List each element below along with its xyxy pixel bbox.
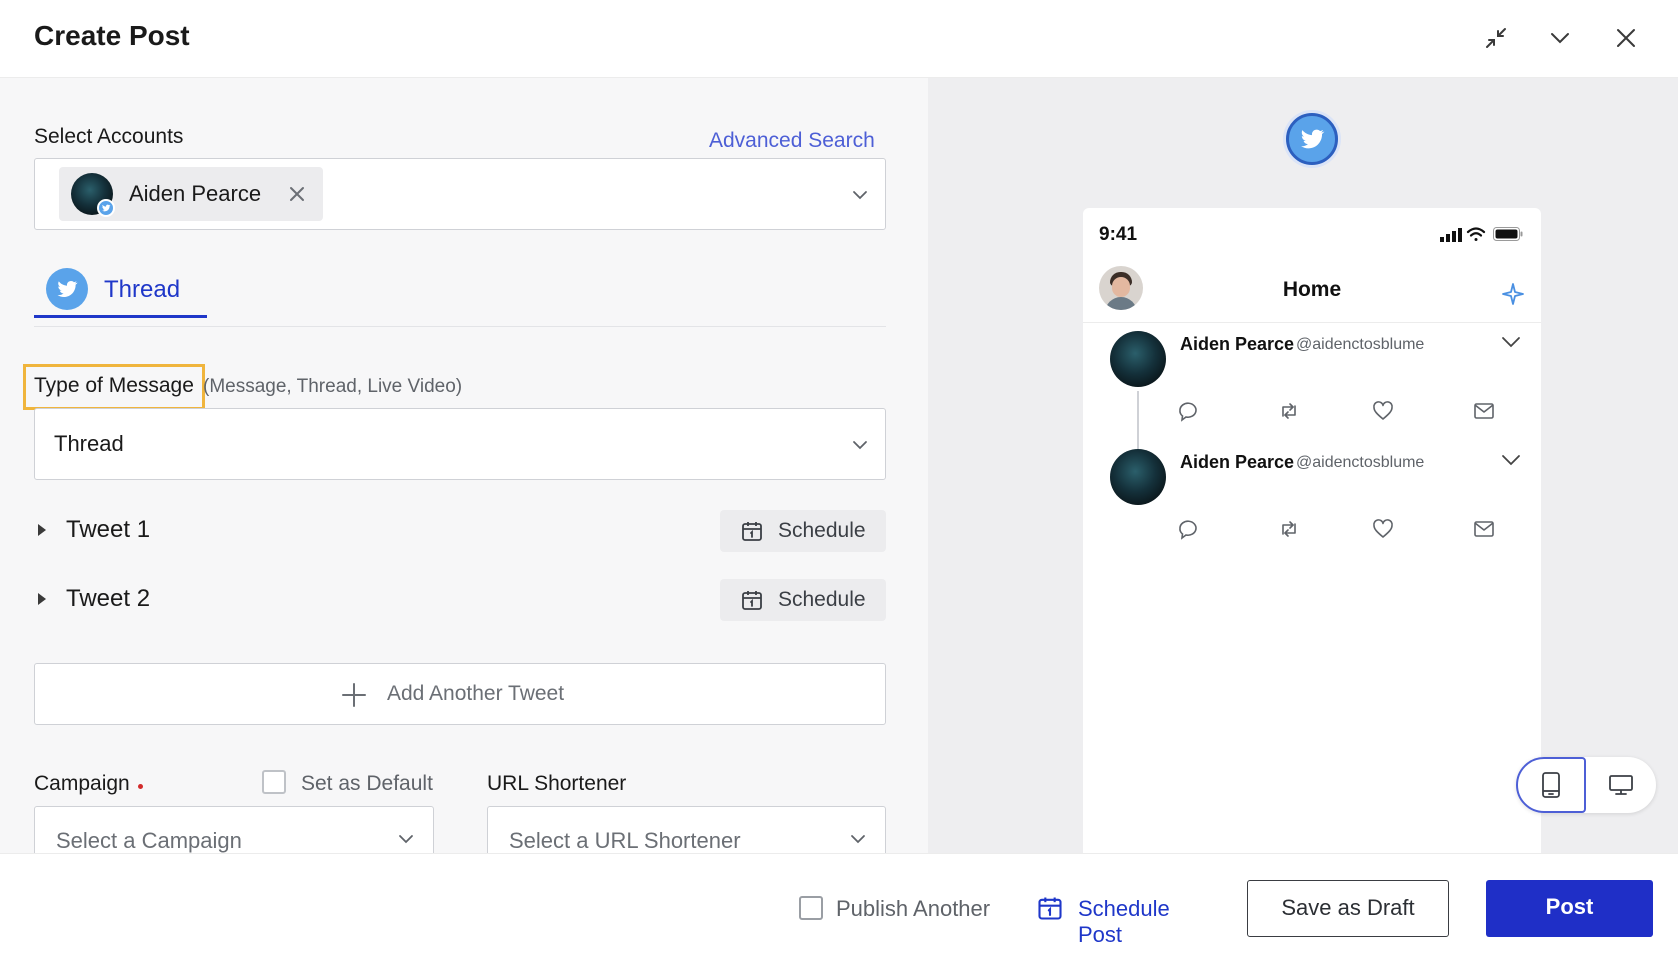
schedule-label: Schedule [778, 519, 866, 542]
preview-view-toggle [1516, 757, 1656, 813]
accounts-select[interactable]: Aiden Pearce [34, 158, 886, 230]
url-shortener-select[interactable]: Select a URL Shortener [487, 806, 886, 853]
url-shortener-placeholder: Select a URL Shortener [509, 828, 741, 853]
status-time: 9:41 [1099, 224, 1138, 245]
preview-panel: 9:41 Home Aiden Pearce @aidenctosblume A… [928, 78, 1678, 853]
chevron-down-icon[interactable] [1501, 334, 1521, 350]
twitter-icon [1300, 129, 1325, 149]
twitter-icon [46, 268, 88, 310]
schedule-label: Schedule [778, 588, 866, 611]
modal-header: Create Post [0, 0, 1678, 78]
desktop-view-button[interactable] [1586, 757, 1656, 813]
message-type-select[interactable]: Thread [34, 408, 886, 480]
chevron-down-icon[interactable] [1501, 452, 1521, 468]
footer-action-bar: Publish Another Schedule Post Save as Dr… [0, 853, 1678, 954]
mobile-view-button[interactable] [1516, 757, 1586, 813]
twitter-badge-icon [97, 199, 115, 217]
post-form-panel: Select Accounts Advanced Search Aiden Pe… [0, 78, 928, 853]
collapse-icon [1486, 28, 1506, 48]
tab-divider [34, 326, 886, 327]
thread-connector [1137, 391, 1139, 449]
mail-icon[interactable] [1471, 398, 1497, 424]
expand-tweet-2-icon[interactable] [38, 593, 46, 605]
reply-icon[interactable] [1175, 398, 1201, 424]
minimize-button[interactable] [1478, 20, 1514, 56]
post-label: Post [1545, 894, 1594, 919]
chevron-down-icon [1551, 33, 1569, 44]
signal-icon [1440, 228, 1462, 242]
set-as-default-label: Set as Default [301, 772, 433, 795]
post-author-handle: @aidenctosblume [1296, 454, 1425, 471]
expand-tweet-1-icon[interactable] [38, 524, 46, 536]
collapse-button[interactable] [1542, 20, 1578, 56]
tweet-1-label[interactable]: Tweet 1 [66, 516, 150, 544]
close-icon [1617, 29, 1635, 47]
retweet-icon[interactable] [1276, 516, 1302, 542]
tweet-2-schedule-button[interactable]: Schedule [720, 579, 886, 621]
sparkle-icon[interactable] [1501, 282, 1525, 306]
tab-label: Thread [104, 276, 181, 303]
add-another-tweet-label: Add Another Tweet [387, 682, 565, 705]
chevron-down-icon[interactable] [850, 185, 870, 205]
post-author-name: Aiden Pearce [1180, 334, 1295, 354]
calendar-icon [1038, 897, 1062, 920]
reply-icon[interactable] [1175, 516, 1201, 542]
plus-icon [342, 683, 366, 707]
chevron-down-icon [848, 829, 868, 849]
twitter-platform-button[interactable] [1286, 113, 1338, 165]
select-accounts-label: Select Accounts [34, 125, 184, 148]
battery-icon [1493, 227, 1523, 241]
mail-icon[interactable] [1471, 516, 1497, 542]
publish-another-checkbox[interactable] [799, 896, 823, 920]
like-icon[interactable] [1370, 398, 1396, 424]
page-title: Create Post [34, 20, 190, 51]
calendar-icon [742, 591, 762, 610]
chevron-down-icon [396, 829, 416, 849]
advanced-search-link[interactable]: Advanced Search [709, 129, 875, 153]
schedule-post-button[interactable]: Schedule Post [1036, 892, 1216, 947]
post-author-handle: @aidenctosblume [1296, 336, 1425, 353]
schedule-post-label: Schedule Post [1078, 896, 1170, 947]
required-indicator [138, 784, 143, 789]
add-another-tweet-button[interactable]: Add Another Tweet [34, 663, 886, 725]
close-icon [290, 187, 304, 201]
remove-account-button[interactable] [287, 184, 307, 204]
message-type-value: Thread [54, 431, 124, 456]
avatar [1110, 449, 1166, 505]
feed-divider [1083, 322, 1541, 323]
type-of-message-label: Type of Message [34, 374, 194, 397]
type-of-message-hint: (Message, Thread, Live Video) [203, 376, 463, 397]
publish-another-label: Publish Another [836, 896, 991, 921]
phone-preview: 9:41 Home Aiden Pearce @aidenctosblume A… [1083, 208, 1541, 853]
set-as-default-checkbox[interactable] [262, 770, 286, 794]
save-as-draft-label: Save as Draft [1281, 895, 1415, 920]
tab-thread[interactable]: Thread [34, 260, 207, 318]
account-chip: Aiden Pearce [59, 167, 323, 221]
close-button[interactable] [1608, 20, 1644, 56]
tweet-2-label[interactable]: Tweet 2 [66, 585, 150, 613]
desktop-icon [1609, 775, 1633, 795]
account-chip-name: Aiden Pearce [129, 181, 262, 206]
post-author-name: Aiden Pearce [1180, 452, 1295, 472]
chevron-down-icon [850, 435, 870, 455]
tweet-1-schedule-button[interactable]: Schedule [720, 510, 886, 552]
feed-title: Home [1282, 278, 1342, 301]
post-button[interactable]: Post [1486, 880, 1653, 937]
save-as-draft-button[interactable]: Save as Draft [1247, 880, 1449, 937]
campaign-label: Campaign [34, 772, 130, 795]
wifi-icon [1466, 227, 1486, 241]
avatar [1110, 331, 1166, 387]
url-shortener-label: URL Shortener [487, 772, 627, 795]
mobile-icon [1542, 772, 1560, 798]
campaign-select[interactable]: Select a Campaign [34, 806, 434, 853]
campaign-placeholder: Select a Campaign [56, 828, 242, 853]
calendar-icon [742, 522, 762, 541]
like-icon[interactable] [1370, 516, 1396, 542]
retweet-icon[interactable] [1276, 398, 1302, 424]
